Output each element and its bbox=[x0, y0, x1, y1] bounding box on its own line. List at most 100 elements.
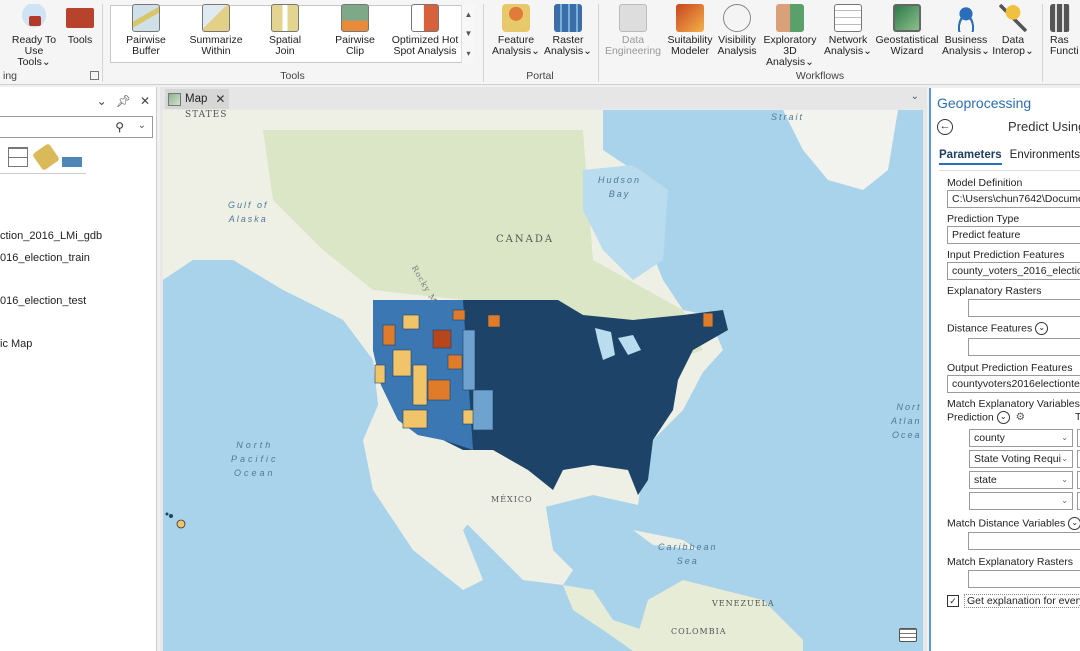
close-pane-icon[interactable]: ✕ bbox=[140, 94, 150, 108]
tools-button[interactable]: Tools bbox=[64, 4, 96, 46]
tree-item-gdb[interactable]: ction_2016_LMi_gdb bbox=[0, 230, 102, 242]
exploratory-3d-analysis-button[interactable]: Exploratory 3D Analysis⌄ bbox=[760, 4, 820, 68]
pairwise-clip-button[interactable]: Pairwise Clip bbox=[332, 4, 378, 57]
map-canvas[interactable]: STATES CANADA MÉXICO VENEZUELA COLOMBIA … bbox=[163, 110, 923, 651]
suitability-modeler-button[interactable]: Suitability Modeler bbox=[666, 4, 714, 57]
gallery-down-icon[interactable]: ▼ bbox=[465, 29, 473, 38]
raster-analysis-button[interactable]: Raster Analysis⌄ bbox=[544, 4, 592, 57]
catalog-pane: ⌄ 📌︎ ✕ ⚲ ⌄ ction_2016_LMi_gdb 016_electi… bbox=[0, 87, 157, 651]
exploratory-3d-icon bbox=[776, 4, 804, 32]
geostatistical-wizard-button[interactable]: Geostatistical Wizard bbox=[874, 4, 940, 57]
county-orange bbox=[374, 364, 386, 384]
tree-item-train[interactable]: 016_election_train bbox=[0, 252, 90, 264]
ribbon: Ready To Use Tools⌄ Tools ing Pairwise B… bbox=[0, 0, 1080, 85]
county-light bbox=[472, 389, 494, 431]
tree-item-test[interactable]: 016_election_test bbox=[0, 295, 86, 307]
expand-chevron-icon[interactable]: ⌄ bbox=[996, 411, 1010, 424]
map-label-colombia: COLOMBIA bbox=[671, 627, 727, 636]
pairwise-buffer-button[interactable]: Pairwise Buffer bbox=[118, 4, 174, 57]
tag-icon[interactable] bbox=[32, 143, 60, 171]
hawaii-island bbox=[169, 514, 173, 518]
county-orange bbox=[487, 314, 501, 328]
tab-environments[interactable]: Environments bbox=[1010, 149, 1080, 165]
training-col-label: T bbox=[1075, 411, 1080, 423]
arcgis-pro-window: Ready To Use Tools⌄ Tools ing Pairwise B… bbox=[0, 0, 1080, 651]
map-label-strait: Strait bbox=[771, 112, 805, 122]
match-distance-field[interactable] bbox=[968, 532, 1080, 550]
spatial-join-button[interactable]: Spatial Join bbox=[262, 4, 308, 57]
match-row-select[interactable]: ⌄ bbox=[969, 492, 1073, 510]
chevron-down-icon: ⌄ bbox=[1061, 433, 1068, 442]
visibility-analysis-button[interactable]: Visibility Analysis bbox=[716, 4, 758, 57]
map-view-container: Map ✕ ⌄ STATES CANADA MÉXICO VENEZUELA C… bbox=[160, 87, 927, 651]
distance-features-row: Distance Features ⌄ bbox=[947, 322, 1049, 335]
gallery-up-icon[interactable]: ▲ bbox=[465, 10, 473, 19]
search-options-chevron-icon[interactable]: ⌄ bbox=[138, 120, 146, 131]
map-tab-strip: Map ✕ ⌄ bbox=[160, 87, 927, 109]
map-label-caribbean: Caribbean Sea bbox=[658, 542, 718, 566]
tab-map[interactable]: Map ✕ bbox=[165, 89, 229, 109]
prediction-type-select[interactable]: Predict feature bbox=[947, 226, 1080, 244]
pane-options-icon[interactable]: ⌄ bbox=[97, 94, 107, 108]
raster-functions-button[interactable]: Ras Functi bbox=[1050, 4, 1080, 57]
gallery-scroll[interactable]: ▲ ▼ ▾ bbox=[461, 5, 475, 63]
close-tab-icon[interactable]: ✕ bbox=[215, 92, 225, 106]
hawaii-island bbox=[165, 512, 169, 516]
ready-to-use-tools-button[interactable]: Ready To Use Tools⌄ bbox=[10, 4, 58, 68]
output-features-label: Output Prediction Features bbox=[947, 362, 1073, 374]
gear-icon[interactable]: ⚙ bbox=[1016, 411, 1025, 423]
business-analysis-button[interactable]: Business Analysis⌄ bbox=[942, 4, 990, 57]
suitability-modeler-icon bbox=[676, 4, 704, 32]
ribbon-divider bbox=[1042, 4, 1043, 82]
output-features-field[interactable]: countyvoters2016electiontest bbox=[947, 375, 1080, 393]
metadata-icon[interactable] bbox=[62, 147, 82, 167]
pin-icon[interactable]: 📌︎ bbox=[116, 94, 131, 108]
match-row-select[interactable]: State Voting Requi ⌄ bbox=[969, 450, 1073, 468]
county-orange bbox=[392, 349, 412, 377]
catalog-search-input[interactable]: ⚲ ⌄ bbox=[0, 116, 153, 138]
match-row-select[interactable]: county ⌄ bbox=[969, 429, 1073, 447]
group-label-workflows: Workflows bbox=[795, 70, 845, 82]
explanatory-rasters-field[interactable] bbox=[968, 299, 1080, 317]
map-label-hudson-bay: Hudson Bay bbox=[598, 175, 642, 199]
input-features-field[interactable]: county_voters_2016_election bbox=[947, 262, 1080, 280]
input-features-label: Input Prediction Features bbox=[947, 249, 1065, 261]
chevron-down-icon: ⌄ bbox=[1061, 475, 1068, 484]
data-engineering-button[interactable]: Data Engineering bbox=[604, 4, 662, 57]
expand-chevron-icon[interactable]: ⌄ bbox=[1068, 517, 1080, 530]
feature-analysis-button[interactable]: Feature Analysis⌄ bbox=[490, 4, 542, 57]
county-orange bbox=[427, 379, 451, 401]
match-row-select[interactable]: state ⌄ bbox=[969, 471, 1073, 489]
map-label-venezuela: VENEZUELA bbox=[712, 599, 775, 608]
spatial-join-icon bbox=[271, 4, 299, 32]
expand-chevron-icon[interactable]: ⌄ bbox=[1035, 322, 1049, 335]
data-interop-button[interactable]: Data Interop⌄ bbox=[992, 4, 1034, 57]
distance-features-field[interactable] bbox=[968, 338, 1080, 356]
group-label-left: ing bbox=[2, 70, 17, 82]
add-grid-icon[interactable] bbox=[8, 147, 28, 167]
tab-list-chevron-icon[interactable]: ⌄ bbox=[911, 91, 919, 102]
visibility-analysis-icon bbox=[723, 4, 751, 32]
map-label-north-atlantic: Nort Atlan Ocea bbox=[891, 402, 922, 440]
model-definition-field[interactable]: C:\Users\chun7642\Documents bbox=[947, 190, 1080, 208]
hot-spot-icon bbox=[411, 4, 439, 32]
map-icon bbox=[168, 92, 181, 106]
back-arrow-icon[interactable]: ← bbox=[937, 119, 953, 135]
prediction-type-label: Prediction Type bbox=[947, 213, 1020, 225]
explanatory-rasters-label: Explanatory Rasters bbox=[947, 285, 1042, 297]
dialog-launcher-icon[interactable] bbox=[90, 71, 99, 80]
network-analysis-button[interactable]: Network Analysis⌄ bbox=[824, 4, 872, 57]
match-rasters-label: Match Explanatory Rasters bbox=[947, 556, 1074, 568]
bookmarks-icon[interactable] bbox=[899, 628, 917, 642]
explain-checkbox[interactable]: ✓ bbox=[947, 595, 959, 607]
explain-checkbox-row[interactable]: ✓ Get explanation for every bbox=[947, 594, 1080, 608]
county-orange bbox=[447, 354, 463, 370]
summarize-within-button[interactable]: Summarize Within bbox=[186, 4, 246, 57]
basemap-svg bbox=[163, 110, 898, 651]
tab-parameters[interactable]: Parameters bbox=[939, 149, 1002, 165]
gallery-expand-icon[interactable]: ▾ bbox=[466, 49, 470, 58]
match-rasters-field[interactable] bbox=[968, 570, 1080, 588]
optimized-hot-spot-button[interactable]: Optimized Hot Spot Analysis bbox=[390, 4, 460, 57]
search-icon[interactable]: ⚲ bbox=[115, 120, 124, 134]
tree-item-map[interactable]: ic Map bbox=[0, 338, 32, 350]
